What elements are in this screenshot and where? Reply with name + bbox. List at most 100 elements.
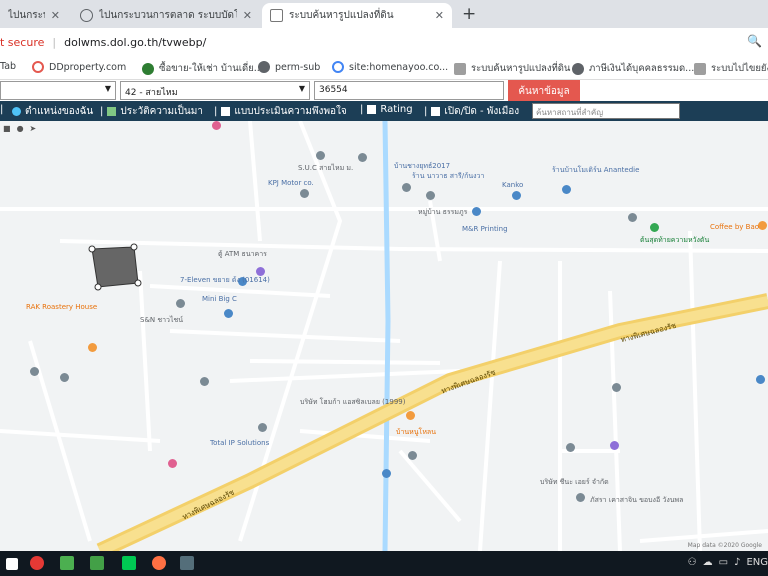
map-pin-icon[interactable] — [628, 213, 637, 222]
map-pin-icon[interactable] — [382, 469, 391, 478]
map-pin-icon[interactable] — [176, 299, 185, 308]
close-icon[interactable]: ✕ — [435, 9, 444, 22]
district-value: 42 - สายไหม — [125, 88, 178, 98]
bookmark-item[interactable]: ระบบไปไขยยังโฉ้... — [694, 61, 768, 76]
place-label[interactable]: 7-Eleven ขยาย ด้ง (01614) — [180, 275, 270, 286]
cloud-icon[interactable]: ☁ — [703, 557, 713, 568]
map-pin-icon[interactable] — [566, 443, 575, 452]
photos-icon[interactable] — [180, 556, 194, 570]
map-pin-icon[interactable] — [472, 207, 481, 216]
place-label[interactable]: KPJ Motor co. — [268, 179, 314, 187]
parcel-number-input[interactable]: 36554 — [314, 81, 504, 100]
landmark-search-input[interactable]: ค้นหาสถานที่สำคัญ — [532, 103, 680, 119]
map-pin-icon[interactable] — [612, 383, 621, 392]
map-pin-icon[interactable] — [258, 423, 267, 432]
map-pin-icon[interactable] — [200, 377, 209, 386]
place-label[interactable]: ตู้ ATM ธนาคาร — [218, 249, 267, 260]
place-label[interactable]: RAK Roastery House — [26, 303, 97, 311]
start-icon[interactable] — [6, 558, 18, 570]
zoning-toggle-button[interactable]: | เปิด/ปิด - พังเมือง — [424, 104, 519, 119]
bookmark-item[interactable]: perm-sub — [258, 61, 320, 73]
place-label[interactable]: ต้นสุดท้ายความหวังตัน — [640, 235, 709, 246]
volume-icon[interactable]: ♪ — [734, 557, 740, 568]
firefox-icon[interactable] — [152, 556, 166, 570]
nav-label: ตำแหน่งของฉัน — [25, 106, 94, 117]
map-pin-icon[interactable] — [316, 151, 325, 160]
close-icon[interactable]: ✕ — [51, 9, 60, 22]
map-pin-icon[interactable] — [212, 121, 221, 130]
place-label[interactable]: หมู่บ้าน ธรรมภูร — [418, 207, 467, 218]
people-icon[interactable]: ⚇ — [688, 557, 697, 568]
place-label[interactable]: M&R Printing — [462, 225, 508, 233]
rating-button[interactable]: | Rating — [360, 104, 413, 115]
arrow-tool-icon[interactable]: ➤ — [30, 124, 37, 133]
map-pin-icon[interactable] — [408, 451, 417, 460]
place-label[interactable]: บ้านหนูโหลน — [396, 427, 436, 438]
map-pin-icon[interactable] — [300, 189, 309, 198]
square-tool-icon[interactable]: ■ — [3, 124, 11, 133]
bookmark-label: ระบบค้นหารูปแปลงที่ดิน — [471, 63, 571, 74]
language-indicator[interactable]: ENG — [746, 557, 768, 568]
bookmark-item[interactable]: DDproperty.com — [32, 61, 126, 73]
place-label[interactable]: Coffee by Bao — [710, 223, 759, 231]
district-select[interactable]: 42 - สายไหม ▼ — [120, 81, 310, 100]
bookmark-item[interactable]: ภาษีเงินได้บุคคลธรรมด... — [572, 61, 694, 76]
search-button[interactable]: ค้นหาข้อมูล — [508, 80, 580, 102]
url-text[interactable]: dolwms.dol.go.th/tvwebp/ — [64, 36, 206, 49]
map-pin-icon[interactable] — [358, 153, 367, 162]
map-pin-icon[interactable] — [402, 183, 411, 192]
map-pin-icon[interactable] — [758, 221, 767, 230]
map-pin-icon[interactable] — [576, 493, 585, 502]
line-icon[interactable] — [122, 556, 136, 570]
place-label[interactable]: S&N ชาวไชน์ — [140, 315, 183, 326]
globe-icon — [572, 62, 584, 75]
map-pin-icon[interactable] — [30, 367, 39, 376]
place-label[interactable]: ร้านบ้านโมเดิร์น Anantedie — [552, 165, 639, 176]
place-label[interactable]: Kanko — [502, 181, 523, 189]
circle-tool-icon[interactable]: ● — [17, 124, 24, 133]
address-bar[interactable]: t secure | dolwms.dol.go.th/tvwebp/ 🔍 — [0, 28, 768, 56]
satisfaction-form-button[interactable]: | แบบประเมินความพึงพอใจ — [214, 104, 347, 119]
province-select[interactable]: ▼ — [0, 81, 116, 100]
place-label[interactable]: Total IP Solutions — [210, 439, 269, 447]
zoom-icon[interactable]: 🔍 — [747, 34, 762, 48]
map-pin-icon[interactable] — [60, 373, 69, 382]
bookmark-item[interactable]: site:homenayoo.co... — [332, 61, 448, 73]
bookmark-item[interactable]: Tab — [0, 61, 16, 72]
app-icon[interactable] — [60, 556, 74, 570]
close-icon[interactable]: ✕ — [243, 9, 252, 22]
new-tab-button[interactable]: + — [462, 4, 476, 24]
map-pin-icon[interactable] — [512, 191, 521, 200]
map-pin-icon[interactable] — [610, 441, 619, 450]
map-pin-icon[interactable] — [562, 185, 571, 194]
my-location-button[interactable]: ตำแหน่งของฉัน — [12, 104, 93, 119]
bookmarks-bar: Tab DDproperty.com ซื้อขาย-ให้เช่า บ้านเ… — [0, 56, 768, 80]
map-pin-icon[interactable] — [406, 411, 415, 420]
map-canvas[interactable]: ■ ● ➤ S.U.C สายไหม ม. KPJ Motor co. บ้าน… — [0, 121, 768, 551]
history-icon — [107, 107, 117, 116]
bookmark-item[interactable]: ซื้อขาย-ให้เช่า บ้านเดี่ย... — [142, 61, 263, 76]
map-pin-icon[interactable] — [224, 309, 233, 318]
map-pin-icon[interactable] — [168, 459, 177, 468]
map-pin-icon[interactable] — [426, 191, 435, 200]
chrome-icon[interactable] — [30, 556, 44, 570]
security-indicator[interactable]: t secure — [0, 36, 44, 49]
place-label[interactable]: ร้าน นาวาธ สารี/ก้นงวา — [412, 171, 484, 182]
map-pin-icon[interactable] — [650, 223, 659, 232]
bookmark-item[interactable]: ระบบค้นหารูปแปลงที่ดิน — [454, 61, 570, 76]
place-label[interactable]: S.U.C สายไหม ม. — [298, 163, 353, 174]
place-label[interactable]: บริษัท โฮมก้า แอสซิลเบลย (1999) — [300, 397, 405, 408]
place-label[interactable]: บริษัท ชีนะ เอยร์ จำกัด — [540, 477, 609, 488]
browser-tab[interactable]: ไปนกระบวนการตลาด ระบบบัดโนมิดิ ม์ ✕ — [72, 3, 260, 28]
excel-icon[interactable] — [90, 556, 104, 570]
nav-label: เปิด/ปิด - พังเมือง — [444, 106, 520, 117]
network-icon[interactable]: ▭ — [719, 557, 728, 568]
parcel-number-value: 36554 — [319, 85, 348, 95]
browser-tab[interactable]: ไปนกระบวนการตลาด ระบบบัดโนมิดิ เ ✕ — [0, 3, 68, 28]
map-pin-icon[interactable] — [756, 375, 765, 384]
history-button[interactable]: | ประวัติความเป็นมา — [100, 104, 203, 119]
browser-tab-active[interactable]: ระบบค้นหารูปแปลงที่ดิน ✕ — [262, 3, 452, 28]
place-label[interactable]: ภัสรา เคาสาจิน ขอบงอี วังนพล — [590, 495, 683, 506]
map-pin-icon[interactable] — [88, 343, 97, 352]
place-label[interactable]: Mini Big C — [202, 295, 237, 303]
